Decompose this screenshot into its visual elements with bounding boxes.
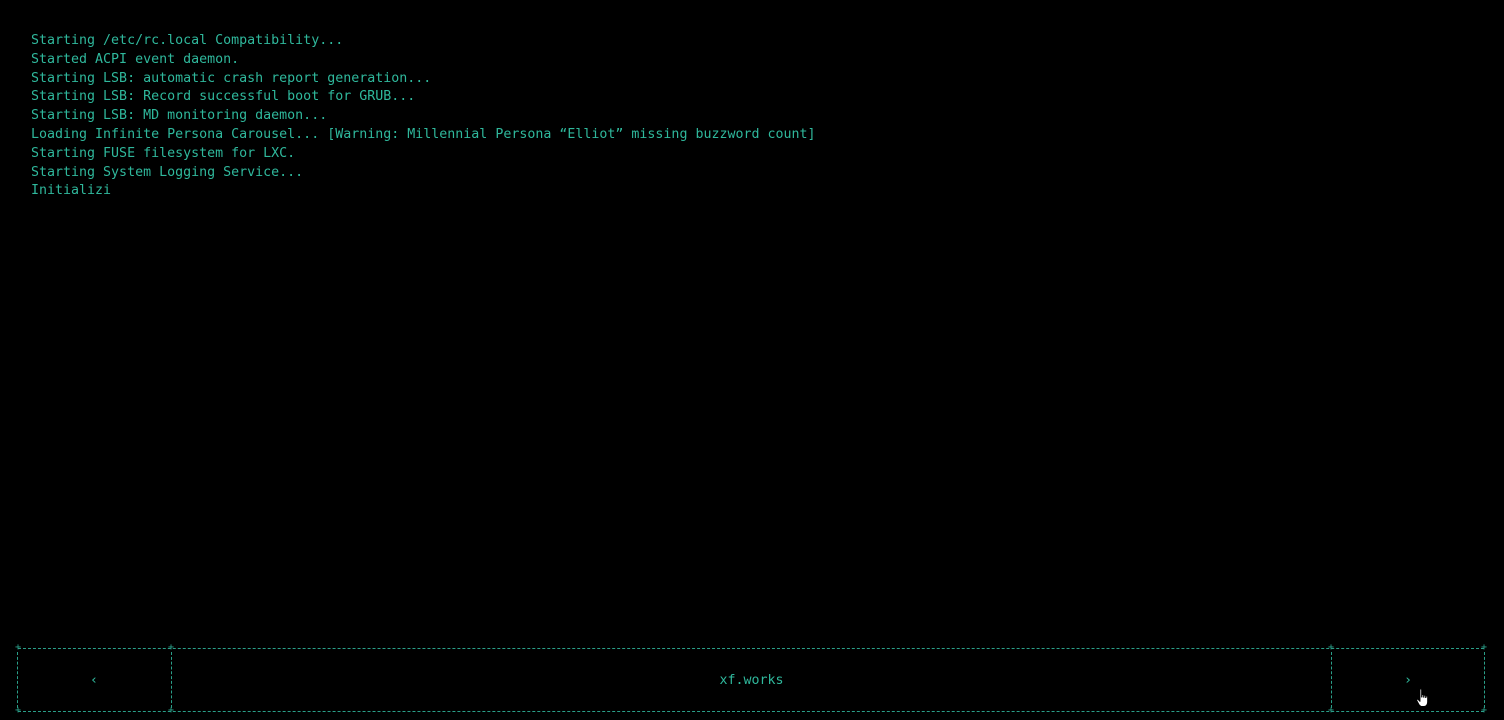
- log-line: Starting LSB: MD monitoring daemon...: [31, 108, 328, 124]
- chevron-right-icon: ›: [1403, 672, 1412, 688]
- log-line: Started ACPI event daemon.: [31, 51, 240, 67]
- prev-button[interactable]: ‹: [17, 649, 171, 711]
- log-line: Starting FUSE filesystem for LXC.: [31, 145, 296, 161]
- carousel-nav-bar: + + + + + + + + ‹ xf.works ›: [15, 643, 1487, 716]
- boot-log: Starting /etc/rc.local Compatibility... …: [31, 32, 1471, 201]
- log-line: Starting LSB: Record successful boot for…: [31, 89, 416, 105]
- nav-border-bottom: [18, 711, 1484, 712]
- log-line: Starting /etc/rc.local Compatibility...: [31, 33, 344, 48]
- nav-border-right: [1484, 652, 1485, 708]
- site-brand: xf.works: [172, 649, 1331, 711]
- log-line: Starting LSB: automatic crash report gen…: [31, 70, 432, 86]
- log-line-partial: Initializi: [31, 183, 112, 199]
- log-line: Loading Infinite Persona Carousel... [Wa…: [31, 126, 816, 142]
- chevron-left-icon: ‹: [89, 672, 98, 688]
- next-button[interactable]: ›: [1332, 649, 1484, 711]
- brand-label: xf.works: [719, 672, 784, 688]
- hand-pointer-icon: [1416, 688, 1429, 707]
- log-line: Starting System Logging Service...: [31, 164, 304, 180]
